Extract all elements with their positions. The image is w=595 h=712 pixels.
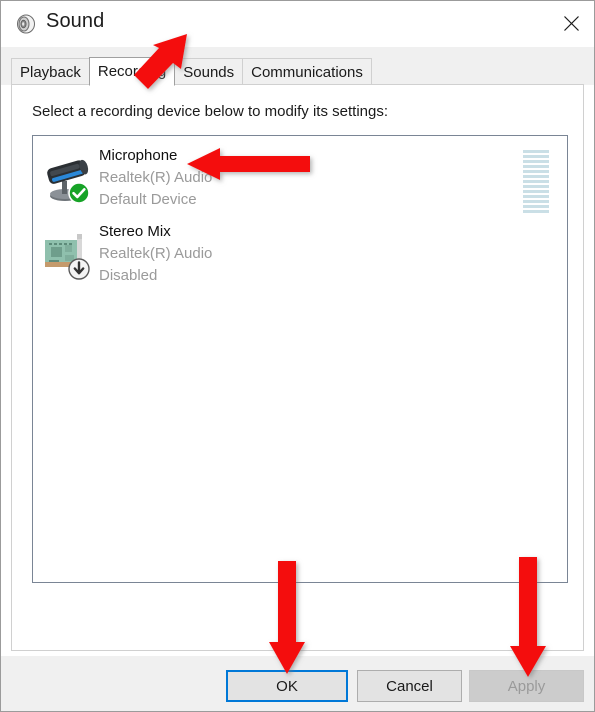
list-item[interactable]: Microphone Realtek(R) Audio Default Devi… [33,142,567,218]
device-driver: Realtek(R) Audio [99,169,213,186]
meter-segment [523,150,549,153]
device-list[interactable]: Microphone Realtek(R) Audio Default Devi… [32,135,568,583]
ok-button[interactable]: OK [226,670,348,702]
title-bar: Sound [1,1,594,47]
cancel-button[interactable]: Cancel [357,670,462,702]
device-name: Stereo Mix [99,223,171,240]
list-item[interactable]: Stereo Mix Realtek(R) Audio Disabled [33,218,567,294]
apply-button[interactable]: Apply [469,670,584,702]
meter-segment [523,170,549,173]
device-text-block: Stereo Mix Realtek(R) Audio Disabled [99,221,212,287]
tab-strip: Playback Recording Sounds Communications [1,47,594,86]
device-status: Default Device [99,191,197,208]
instruction-label: Select a recording device below to modif… [32,103,389,120]
close-icon[interactable] [548,1,594,45]
tab-sounds[interactable]: Sounds [174,58,244,85]
meter-segment [523,160,549,163]
meter-segment [523,195,549,198]
meter-segment [523,185,549,188]
meter-segment [523,205,549,208]
speaker-icon [15,13,37,35]
meter-segment [523,165,549,168]
meter-segment [523,180,549,183]
device-name: Microphone [99,147,178,164]
desktop-microphone-icon [41,150,95,206]
tab-communications[interactable]: Communications [242,58,372,85]
device-driver: Realtek(R) Audio [99,245,213,262]
meter-segment [523,200,549,203]
device-status: Disabled [99,267,158,284]
volume-level-meter [523,150,549,213]
meter-segment [523,175,549,178]
tab-recording[interactable]: Recording [88,57,176,86]
tab-list: Playback Recording Sounds Communications [11,57,372,86]
sound-card-icon [41,226,95,282]
recording-tab-panel: Select a recording device below to modif… [11,85,584,711]
window-title: Sound [46,10,105,32]
sound-dialog: Sound Playback Recording Sounds Communic… [0,0,595,712]
tab-playback[interactable]: Playback [11,58,90,85]
device-text-block: Microphone Realtek(R) Audio Default Devi… [99,145,212,211]
dialog-footer: OK Cancel Apply [1,656,594,711]
meter-segment [523,190,549,193]
meter-segment [523,210,549,213]
meter-segment [523,155,549,158]
